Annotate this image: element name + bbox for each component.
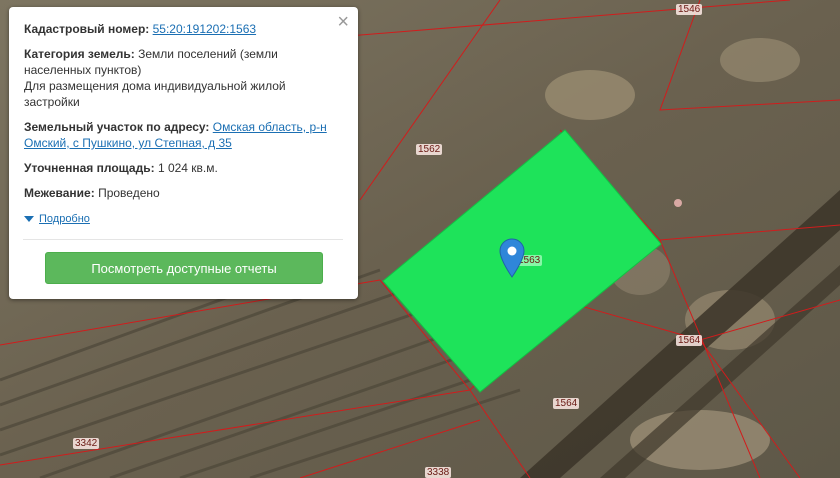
parcel-info-popup: × Кадастровый номер: 55:20:191202:1563 К… bbox=[9, 7, 358, 299]
close-icon[interactable]: × bbox=[337, 12, 349, 32]
plot-label: 3338 bbox=[425, 467, 452, 478]
plot-label: 1564 bbox=[553, 398, 580, 409]
land-category-row: Категория земель: Земли поселений (земли… bbox=[24, 46, 344, 110]
address-row: Земельный участок по адресу: Омская обла… bbox=[24, 119, 344, 151]
survey-row: Межевание: Проведено bbox=[24, 185, 344, 201]
land-purpose: Для размещения дома индивидуальной жилой… bbox=[24, 79, 286, 109]
more-details-link[interactable]: Подробно bbox=[39, 211, 90, 227]
area-value: 1 024 кв.м. bbox=[157, 161, 218, 175]
land-category-label: Категория земель: bbox=[24, 47, 135, 61]
map-view[interactable]: 1546 1562 1563 1564 1564 3342 3338 × Кад… bbox=[0, 0, 840, 478]
survey-label: Межевание: bbox=[24, 186, 95, 200]
cadastral-number-link[interactable]: 55:20:191202:1563 bbox=[153, 22, 256, 36]
view-reports-button[interactable]: Посмотреть доступные отчеты bbox=[45, 252, 323, 284]
plot-label: 3342 bbox=[73, 438, 100, 449]
plot-label: 1546 bbox=[676, 4, 703, 15]
address-label: Земельный участок по адресу: bbox=[24, 120, 210, 134]
cadastral-number-label: Кадастровый номер: bbox=[24, 22, 150, 36]
area-label: Уточненная площадь: bbox=[24, 161, 155, 175]
survey-value: Проведено bbox=[98, 186, 160, 200]
location-marker-icon[interactable] bbox=[499, 238, 525, 278]
plot-label: 1562 bbox=[416, 144, 443, 155]
more-details-toggle[interactable]: Подробно bbox=[24, 211, 344, 227]
area-row: Уточненная площадь: 1 024 кв.м. bbox=[24, 160, 344, 176]
divider bbox=[23, 239, 343, 240]
plot-label: 1564 bbox=[676, 335, 703, 346]
caret-down-icon bbox=[24, 216, 34, 222]
cadastral-number-row: Кадастровый номер: 55:20:191202:1563 bbox=[24, 21, 344, 37]
